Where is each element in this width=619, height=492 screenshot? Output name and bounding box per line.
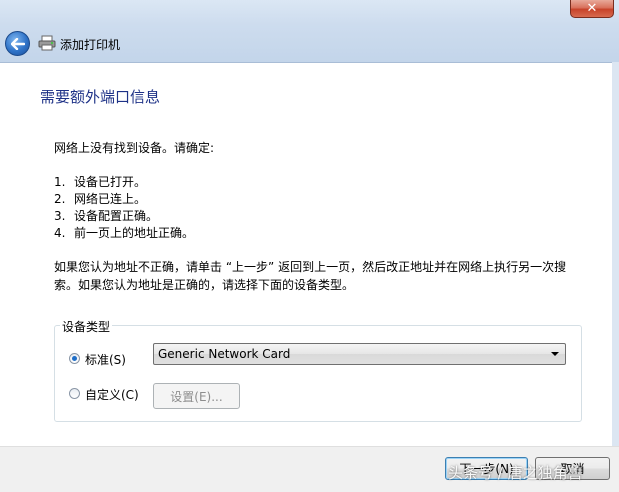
back-button[interactable]	[5, 31, 30, 56]
custom-label[interactable]: 自定义(C)	[85, 386, 139, 403]
page-heading: 需要额外端口信息	[40, 88, 161, 106]
standard-device-select[interactable]: Generic Network Card	[153, 343, 566, 365]
instructions-paragraph: 如果您认为地址不正确，请单击 “上一步” 返回到上一页，然后改正地址并在网络上执…	[54, 260, 567, 292]
custom-radio[interactable]	[69, 388, 80, 399]
wizard-title: 添加打印机	[60, 38, 121, 52]
window-frame-edge	[612, 62, 619, 446]
list-item: 1. 设备已打开。	[54, 175, 147, 189]
select-value: Generic Network Card	[158, 347, 291, 361]
chevron-down-icon[interactable]	[551, 352, 559, 356]
back-arrow-icon	[10, 37, 25, 50]
standard-label[interactable]: 标准(S)	[85, 351, 126, 368]
radio-selected-dot	[72, 356, 77, 361]
close-button[interactable]: ✕	[570, 0, 614, 18]
printer-icon	[38, 35, 56, 51]
list-item: 4. 前一页上的地址正确。	[54, 226, 195, 240]
close-icon: ✕	[586, 1, 598, 16]
group-label: 设备类型	[60, 318, 113, 335]
intro-text: 网络上没有找到设备。请确定:	[54, 141, 215, 155]
device-type-group	[54, 325, 582, 422]
checklist: 1. 设备已打开。 2. 网络已连上。 3. 设备配置正确。 4. 前一页上的地址正确。	[54, 174, 194, 242]
title-bar	[0, 0, 619, 63]
list-item: 2. 网络已连上。	[54, 192, 147, 206]
settings-button[interactable]: 设置(E)...	[153, 383, 240, 409]
watermark: 头条号 / 唐之独角兽	[448, 464, 583, 482]
list-item: 3. 设备配置正确。	[54, 209, 159, 223]
standard-radio[interactable]	[69, 353, 80, 364]
